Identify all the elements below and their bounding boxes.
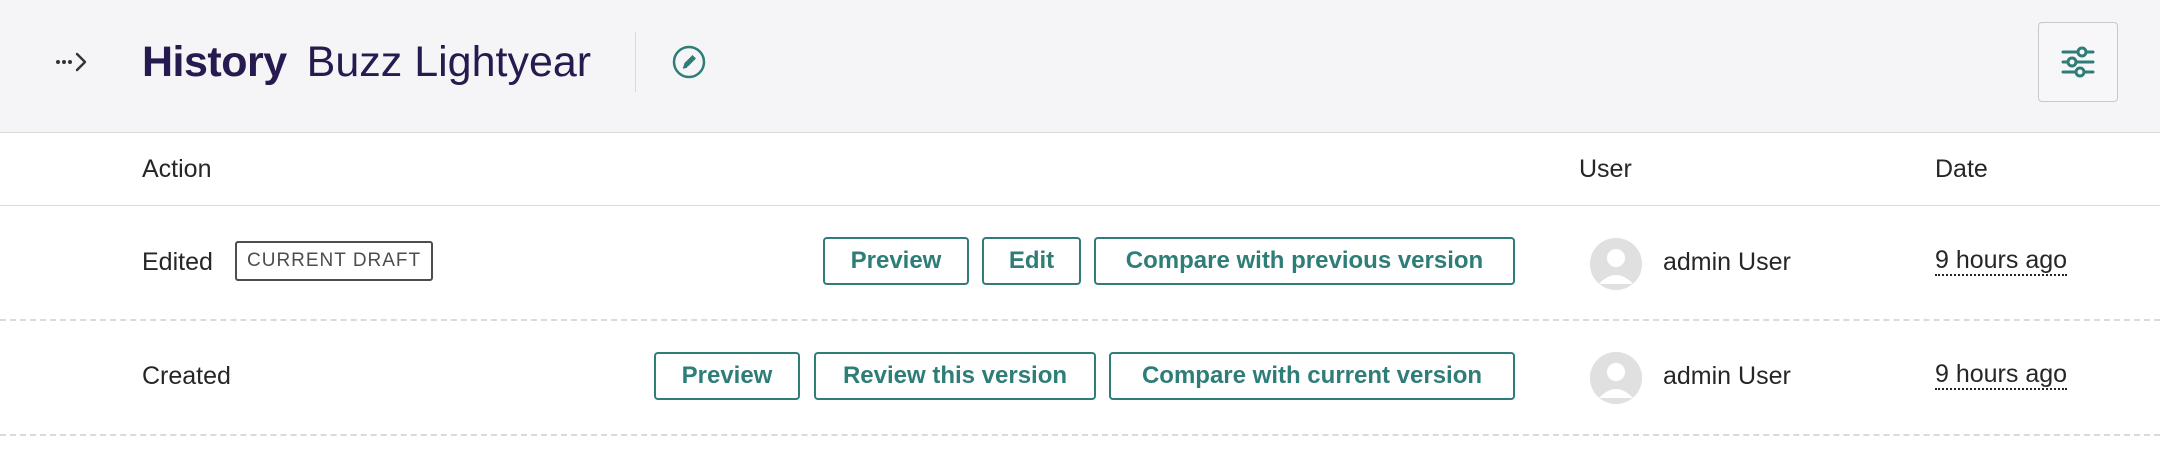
user-name: admin User — [1663, 362, 1791, 390]
filters-button[interactable] — [2038, 22, 2118, 102]
edit-button[interactable]: Edit — [982, 237, 1081, 285]
row-action: Edited — [142, 248, 213, 276]
page-title-group: History Buzz Lightyear — [142, 30, 591, 94]
column-header-user: User — [1579, 155, 1632, 183]
preview-button[interactable]: Preview — [823, 237, 969, 285]
table-row: Edited CURRENT DRAFT Preview Edit Compar… — [0, 206, 2160, 321]
row-date[interactable]: 9 hours ago — [1935, 360, 2068, 390]
row-action: Created — [142, 362, 231, 390]
preview-button[interactable]: Preview — [654, 352, 800, 400]
avatar — [1590, 352, 1642, 404]
compare-previous-button[interactable]: Compare with previous version — [1094, 237, 1515, 285]
row-date[interactable]: 9 hours ago — [1935, 246, 2068, 276]
avatar — [1590, 238, 1642, 290]
page-header: History Buzz Lightyear — [0, 0, 2160, 133]
status-badge: CURRENT DRAFT — [235, 241, 434, 281]
user-name: admin User — [1663, 248, 1791, 276]
column-header-action: Action — [142, 155, 212, 183]
breadcrumb-toggle-button[interactable] — [50, 44, 94, 80]
page-subtitle: Buzz Lightyear — [306, 37, 592, 86]
edit-page-button[interactable] — [670, 43, 708, 81]
ellipsis-arrow-right-icon — [56, 52, 87, 72]
sliders-icon — [2061, 46, 2095, 78]
header-divider — [635, 32, 636, 92]
column-header-date: Date — [1935, 155, 1988, 183]
pencil-circle-icon — [672, 45, 706, 79]
page-title: History — [142, 37, 287, 86]
table-row: Created Preview Review this version Comp… — [0, 321, 2160, 436]
compare-current-button[interactable]: Compare with current version — [1109, 352, 1515, 400]
default-avatar-icon — [1590, 238, 1642, 290]
default-avatar-icon — [1590, 352, 1642, 404]
review-version-button[interactable]: Review this version — [814, 352, 1096, 400]
